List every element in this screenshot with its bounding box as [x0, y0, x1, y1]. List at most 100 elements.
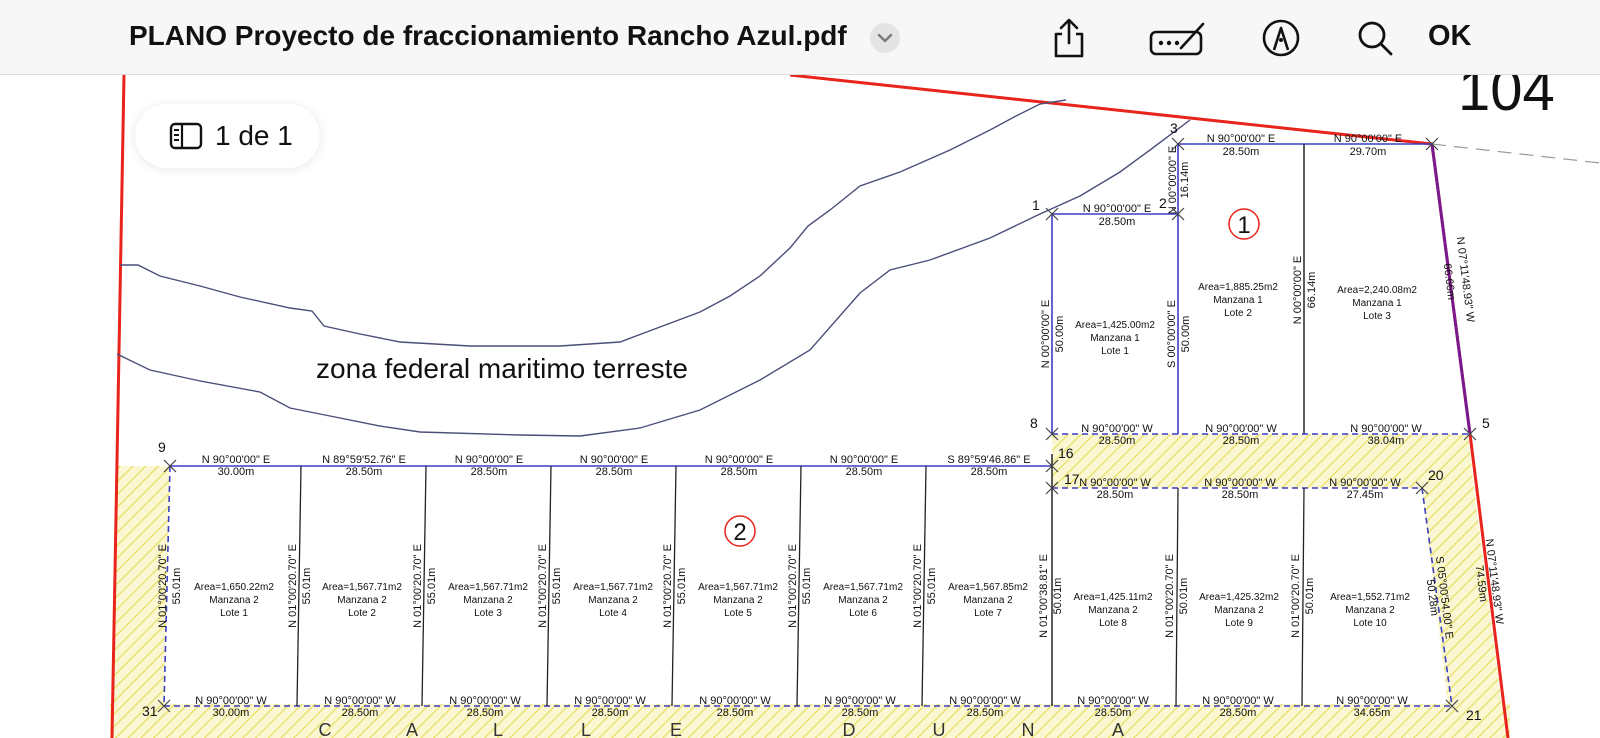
svg-text:55.01m: 55.01m — [801, 568, 813, 605]
svg-text:66.66m: 66.66m — [1441, 263, 1457, 301]
svg-text:28.50m: 28.50m — [1097, 489, 1134, 501]
svg-text:N 00°00'00" E: N 00°00'00" E — [1167, 146, 1179, 215]
property-boundary-top — [789, 75, 1510, 738]
svg-text:Area=1,552.71m2: Area=1,552.71m2 — [1330, 592, 1410, 603]
svg-text:N 01°00'20.70" E: N 01°00'20.70" E — [287, 544, 299, 628]
svg-text:Manzana 2: Manzana 2 — [463, 595, 513, 606]
document-title[interactable]: PLANO Proyecto de fraccionamiento Rancho… — [129, 20, 847, 52]
svg-text:28.50m: 28.50m — [471, 466, 508, 478]
page-indicator[interactable]: 1 de 1 — [135, 104, 320, 168]
svg-text:28.50m: 28.50m — [967, 707, 1004, 719]
svg-text:Area=1,425.32m2: Area=1,425.32m2 — [1199, 592, 1279, 603]
svg-text:E: E — [670, 720, 682, 738]
svg-text:Manzana 1: Manzana 1 — [1090, 333, 1140, 344]
svg-text:Manzana 2: Manzana 2 — [963, 595, 1013, 606]
svg-text:N 90°00'00" E: N 90°00'00" E — [202, 454, 271, 466]
sidebar-thumbnails-icon — [169, 122, 203, 150]
pen-tip-icon — [1262, 19, 1300, 57]
svg-text:N 90°00'00" W: N 90°00'00" W — [1336, 695, 1408, 707]
svg-text:28.50m: 28.50m — [1222, 489, 1259, 501]
svg-text:55.01m: 55.01m — [301, 568, 313, 605]
svg-text:2: 2 — [733, 519, 746, 546]
svg-text:Manzana 2: Manzana 2 — [838, 595, 888, 606]
svg-text:28.50m: 28.50m — [971, 466, 1008, 478]
svg-text:Lote 3: Lote 3 — [1363, 311, 1391, 322]
zone-label: zona federal maritimo terreste — [316, 353, 688, 384]
svg-text:Lote 6: Lote 6 — [849, 608, 877, 619]
chevron-down-icon — [877, 33, 893, 43]
svg-text:38.04m: 38.04m — [1368, 435, 1405, 447]
svg-text:A: A — [406, 720, 418, 738]
svg-text:28.50m: 28.50m — [1223, 146, 1260, 158]
svg-text:28.50m: 28.50m — [721, 466, 758, 478]
ok-button[interactable]: OK — [1428, 20, 1472, 53]
survey-point-markers — [157, 137, 1477, 713]
svg-text:N 01°00'38.81" E: N 01°00'38.81" E — [1038, 554, 1050, 638]
svg-text:55.01m: 55.01m — [171, 568, 183, 605]
share-icon — [1054, 18, 1084, 58]
svg-text:55.01m: 55.01m — [551, 568, 563, 605]
svg-text:Lote 9: Lote 9 — [1225, 618, 1253, 629]
svg-text:Manzana 2: Manzana 2 — [588, 595, 638, 606]
svg-text:Lote 8: Lote 8 — [1099, 618, 1127, 629]
svg-text:50.00m: 50.00m — [1180, 316, 1192, 353]
markup-button[interactable] — [1148, 16, 1208, 60]
svg-text:17: 17 — [1064, 471, 1080, 487]
svg-text:N 90°00'00" E: N 90°00'00" E — [705, 454, 774, 466]
svg-text:Manzana 2: Manzana 2 — [713, 595, 763, 606]
svg-text:1: 1 — [1237, 212, 1250, 239]
svg-text:S 00°00'00" E: S 00°00'00" E — [1166, 300, 1178, 368]
svg-text:28.50m: 28.50m — [1095, 707, 1132, 719]
svg-text:N 90°00'00" W: N 90°00'00" W — [824, 695, 896, 707]
point-numbers: 1 2 3 5 8 9 16 17 20 21 31 — [142, 120, 1490, 723]
svg-text:27.45m: 27.45m — [1347, 489, 1384, 501]
svg-text:50.01m: 50.01m — [1052, 578, 1064, 615]
svg-text:Lote 5: Lote 5 — [724, 608, 752, 619]
svg-text:55.01m: 55.01m — [676, 568, 688, 605]
svg-text:5: 5 — [1482, 415, 1490, 431]
annotate-button[interactable] — [1258, 16, 1304, 60]
svg-text:16: 16 — [1058, 445, 1074, 461]
svg-text:1: 1 — [1032, 197, 1040, 213]
svg-text:66.14m: 66.14m — [1306, 272, 1318, 309]
svg-text:N 90°00'00" W: N 90°00'00" W — [1329, 477, 1401, 489]
svg-text:8: 8 — [1030, 415, 1038, 431]
svg-text:28.50m: 28.50m — [596, 466, 633, 478]
svg-text:50.01m: 50.01m — [1178, 578, 1190, 615]
svg-text:Lote 4: Lote 4 — [599, 608, 627, 619]
search-button[interactable] — [1352, 16, 1398, 60]
svg-text:30.00m: 30.00m — [213, 707, 250, 719]
manzana-1-marker: 1 — [1228, 208, 1260, 240]
svg-text:Area=1,425.11m2: Area=1,425.11m2 — [1073, 592, 1152, 603]
pdf-page-canvas[interactable]: 104 zona federal maritimo terreste 1 2 1… — [0, 75, 1600, 738]
svg-text:50.01m: 50.01m — [1304, 578, 1316, 615]
page-count-label: 1 de 1 — [215, 120, 293, 151]
svg-text:N 01°00'20.70" E: N 01°00'20.70" E — [1290, 554, 1302, 638]
svg-text:Manzana 2: Manzana 2 — [209, 595, 259, 606]
svg-text:Lote 10: Lote 10 — [1353, 618, 1387, 629]
manzana-2-marker: 2 — [724, 515, 756, 547]
svg-text:21: 21 — [1466, 707, 1482, 723]
svg-text:N 90°00'00" W: N 90°00'00" W — [949, 695, 1021, 707]
svg-text:N 89°59'52.76" E: N 89°59'52.76" E — [322, 454, 406, 466]
svg-text:N 90°00'00" W: N 90°00'00" W — [574, 695, 646, 707]
svg-text:N 90°00'00" E: N 90°00'00" E — [455, 454, 524, 466]
svg-text:28.50m: 28.50m — [846, 466, 883, 478]
svg-text:28.50m: 28.50m — [717, 707, 754, 719]
search-icon — [1358, 21, 1393, 56]
svg-text:55.01m: 55.01m — [426, 568, 438, 605]
title-menu-button[interactable] — [870, 23, 900, 53]
svg-text:N 07°11'48.93" W: N 07°11'48.93" W — [1454, 236, 1476, 323]
svg-text:N 90°00'00" E: N 90°00'00" E — [1207, 133, 1276, 145]
svg-text:31: 31 — [142, 703, 158, 719]
svg-text:Area=1,425.00m2: Area=1,425.00m2 — [1075, 320, 1155, 331]
svg-text:Lote 2: Lote 2 — [1224, 308, 1252, 319]
share-button[interactable] — [1046, 16, 1092, 60]
svg-text:Manzana 1: Manzana 1 — [1352, 298, 1402, 309]
svg-text:U: U — [933, 720, 946, 738]
svg-text:N 01°00'20.70" E: N 01°00'20.70" E — [787, 544, 799, 628]
svg-text:N 01°00'20.70" E: N 01°00'20.70" E — [157, 544, 169, 628]
manzana-1-lot-labels: Area=1,425.00m2 Manzana 1 Lote 1 Area=1,… — [1075, 282, 1417, 357]
toolbar: PLANO Proyecto de fraccionamiento Rancho… — [0, 0, 1600, 75]
svg-text:34.65m: 34.65m — [1354, 707, 1391, 719]
